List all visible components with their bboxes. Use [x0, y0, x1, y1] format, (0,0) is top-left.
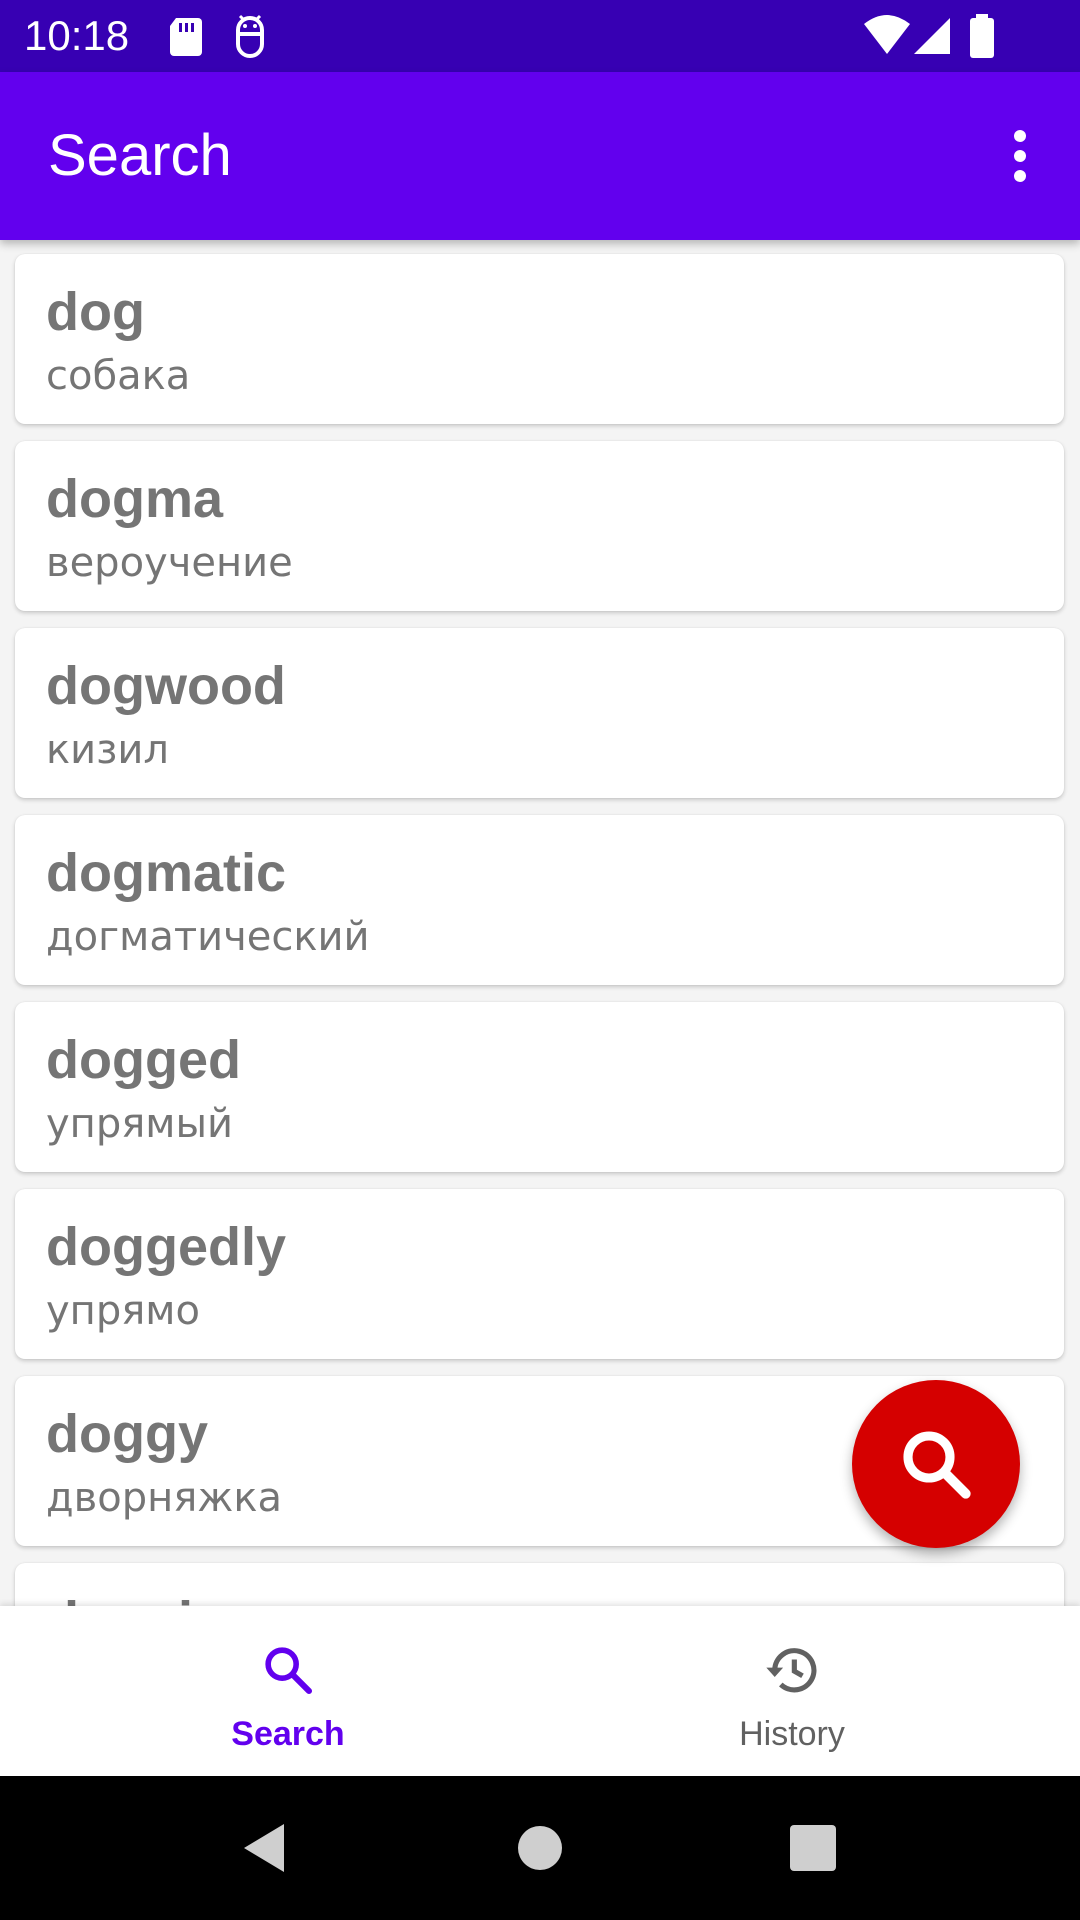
- bottom-navigation: Search History: [0, 1606, 1080, 1776]
- word-term: doggy: [46, 1404, 208, 1464]
- search-fab-button[interactable]: [852, 1380, 1020, 1548]
- word-term: dogma: [46, 469, 224, 529]
- word-translation: упрямый: [46, 1101, 234, 1147]
- list-item[interactable]: dogma вероучение: [15, 441, 1064, 611]
- search-icon: [903, 1431, 971, 1499]
- back-icon[interactable]: [238, 1820, 294, 1876]
- tab-history[interactable]: History: [522, 1606, 1062, 1776]
- word-translation: догматический: [46, 914, 370, 960]
- list-item[interactable]: dog собака: [15, 254, 1064, 424]
- tab-search[interactable]: Search: [18, 1606, 558, 1776]
- status-bar: 10:18: [0, 0, 1080, 72]
- word-translation: упрямо: [46, 1288, 200, 1334]
- tab-search-label: Search: [231, 1715, 345, 1753]
- list-item[interactable]: dogwood кизил: [15, 628, 1064, 798]
- list-item[interactable]: dogged упрямый: [15, 1002, 1064, 1172]
- word-term: dogged: [46, 1030, 241, 1090]
- tab-history-label: History: [739, 1715, 845, 1753]
- recents-icon[interactable]: [785, 1820, 841, 1876]
- word-translation: вероучение: [46, 540, 293, 586]
- app-bar: Search: [0, 72, 1080, 240]
- word-term: dogging: [46, 1591, 259, 1606]
- sd-card-icon: [170, 18, 202, 56]
- battery-icon: [970, 14, 994, 58]
- word-term: dogwood: [46, 656, 286, 716]
- wifi-icon: [864, 15, 910, 54]
- list-item[interactable]: dogging: [15, 1563, 1064, 1606]
- history-icon: [766, 1648, 817, 1693]
- status-time: 10:18: [24, 12, 130, 59]
- list-item[interactable]: dogmatic догматический: [15, 815, 1064, 985]
- word-translation: собака: [46, 353, 191, 399]
- word-term: doggedly: [46, 1217, 286, 1277]
- android-debug-icon: [236, 14, 264, 58]
- word-translation: дворняжка: [46, 1475, 283, 1521]
- more-vert-icon[interactable]: [984, 120, 1056, 192]
- search-icon: [265, 1647, 313, 1695]
- signal-icon: [914, 18, 950, 54]
- word-translation: кизил: [46, 727, 169, 773]
- system-navigation-bar: [0, 1776, 1080, 1920]
- word-term: dogmatic: [46, 843, 287, 903]
- list-item[interactable]: doggedly упрямо: [15, 1189, 1064, 1359]
- word-term: dog: [46, 282, 145, 342]
- page-title: Search: [48, 123, 232, 188]
- home-icon[interactable]: [512, 1820, 568, 1876]
